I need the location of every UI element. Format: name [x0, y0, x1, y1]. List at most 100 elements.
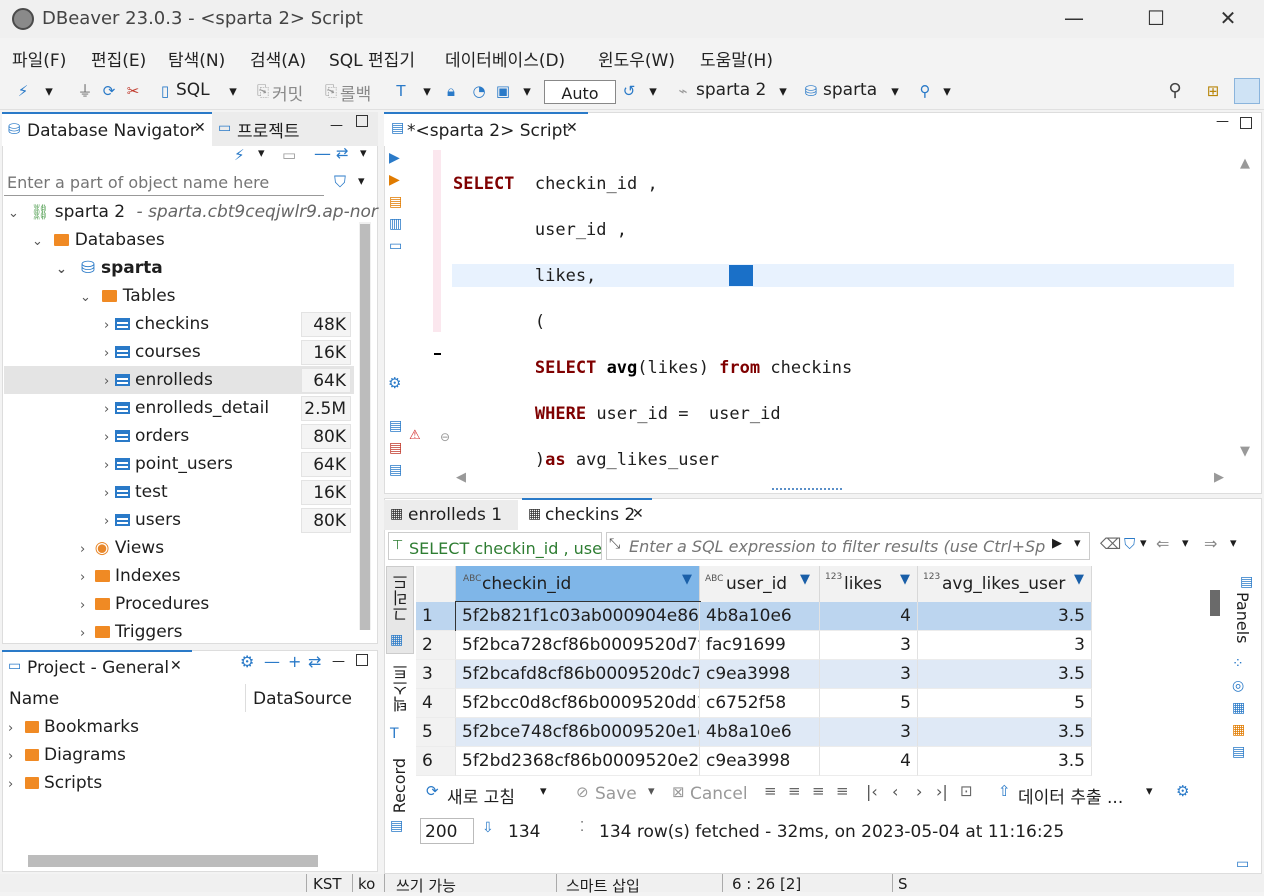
refresh-button[interactable]: 새로 고침 — [447, 783, 515, 808]
monitor-icon[interactable]: ▣ — [494, 82, 512, 100]
grid-cell-user-id[interactable]: 4b8a10e6 — [700, 602, 820, 631]
close-window-button[interactable]: ✕ — [1208, 6, 1248, 32]
save-icon[interactable]: ⊘ — [576, 783, 589, 801]
scroll-left-icon[interactable]: ◀ — [456, 470, 466, 485]
menu-edit[interactable]: 편집(E) — [91, 46, 146, 71]
scroll-down-icon[interactable]: ▼ — [1240, 444, 1250, 459]
side-tab-record-label[interactable]: Record — [390, 758, 409, 813]
dashboard-icon[interactable]: ◔ — [470, 82, 488, 100]
menu-navigate[interactable]: 탐색(N) — [168, 46, 225, 71]
chevron-right-icon[interactable]: › — [80, 598, 85, 613]
add-row-icon[interactable]: ≡ — [788, 782, 801, 800]
calc-panel-icon[interactable]: ▦ — [1232, 722, 1245, 738]
eraser-icon[interactable]: ⌫ — [1100, 535, 1121, 553]
row-count-icon[interactable]: ⇩ — [482, 820, 494, 836]
filter-dropdown-icon[interactable]: ▾ — [358, 174, 365, 189]
reconnect-icon[interactable]: ⟳ — [100, 82, 118, 100]
side-tab-text-label[interactable]: 텍스트 — [390, 664, 414, 712]
menu-search[interactable]: 검색(A) — [250, 46, 306, 71]
active-schema-selector[interactable]: sparta — [823, 80, 877, 100]
grid-cell-checkin-id[interactable]: 5f2b821f1c03ab000904e862 — [455, 601, 701, 632]
grid-cell-checkin-id[interactable]: 5f2bcc0d8cf86b0009520dd1 — [456, 689, 700, 718]
tree-databases[interactable]: ⌄ Databases — [32, 230, 165, 258]
disconnect-icon[interactable]: ✂ — [124, 82, 142, 100]
project-item-scripts[interactable]: › Scripts — [8, 773, 102, 801]
grid-cell-checkin-id[interactable]: 5f2bce748cf86b0009520e1d — [456, 718, 700, 747]
first-page-icon[interactable]: |‹ — [866, 782, 878, 801]
column-datasource-header[interactable]: DataSource — [253, 689, 352, 709]
chevron-right-icon[interactable]: › — [104, 458, 109, 473]
sash-handle[interactable] — [772, 488, 842, 494]
sql-dropdown-icon[interactable]: ▾ — [224, 82, 242, 100]
toggle-panels-icon[interactable]: ▭ — [1236, 856, 1249, 872]
sort-icon[interactable]: ▼ — [900, 572, 910, 587]
menu-window[interactable]: 윈도우(W) — [598, 46, 675, 71]
close-tab-icon[interactable]: ✕ — [566, 120, 578, 136]
row-number[interactable]: 2 — [416, 631, 456, 660]
dbeaver-perspective-icon[interactable] — [1234, 78, 1260, 104]
navigator-filter-input[interactable] — [4, 170, 324, 194]
filter-icon[interactable]: ⛉ — [334, 172, 346, 192]
back-dropdown-icon[interactable]: ▾ — [1182, 536, 1189, 551]
panels-icon[interactable]: ▤ — [1240, 574, 1253, 590]
auto-commit-mode[interactable]: Auto — [544, 80, 616, 104]
references-panel-icon[interactable]: ▤ — [1232, 744, 1245, 760]
history-dropdown-icon[interactable]: ▾ — [644, 82, 662, 100]
chevron-right-icon[interactable]: › — [104, 374, 109, 389]
grid-cell-avg[interactable]: 3 — [918, 631, 1092, 660]
results-filter-box[interactable] — [606, 532, 1090, 560]
export-dropdown-icon[interactable]: ▾ — [1146, 784, 1153, 799]
results-filter-input[interactable] — [629, 533, 1069, 559]
new-connection-icon[interactable]: ⚡ — [14, 82, 32, 100]
sql-button[interactable]: SQL — [176, 80, 210, 100]
connect-icon[interactable]: ⏚ — [76, 82, 94, 100]
chevron-right-icon[interactable]: › — [8, 749, 13, 764]
tree-views[interactable]: › ◉ Views — [80, 538, 164, 566]
close-tab-icon[interactable]: ✕ — [632, 506, 644, 522]
history-icon[interactable]: ↺ — [620, 82, 638, 100]
forward-icon[interactable]: ⇒ — [1204, 534, 1217, 553]
refresh-dropdown-icon[interactable]: ▾ — [540, 784, 547, 799]
chevron-right-icon[interactable]: › — [104, 346, 109, 361]
tree-table[interactable]: › enrolleds_detail — [104, 398, 269, 426]
grid-cell-avg[interactable]: 3.5 — [918, 602, 1092, 631]
chevron-down-icon[interactable]: ⌄ — [56, 262, 67, 277]
minimize-panel-icon[interactable]: — — [332, 654, 345, 669]
grid-cell-likes[interactable]: 3 — [820, 631, 918, 660]
script-error-icon[interactable]: ▤ — [389, 440, 402, 456]
export-icon[interactable]: ▤ — [389, 418, 402, 434]
new-dropdown-icon[interactable]: ▾ — [258, 146, 265, 161]
connection-dropdown-icon[interactable]: ▾ — [774, 82, 792, 100]
sort-icon[interactable]: ▼ — [1074, 572, 1084, 587]
menu-sql-editor[interactable]: SQL 편집기 — [329, 46, 415, 71]
filter-dropdown-icon[interactable]: ▾ — [1074, 536, 1081, 551]
rollback-button[interactable]: 롤백 — [340, 80, 371, 105]
menu-help[interactable]: 도움말(H) — [700, 46, 773, 71]
value-panel-icon[interactable]: ◎ — [1232, 678, 1244, 694]
minimize-editor-icon[interactable]: — — [1216, 114, 1229, 129]
edit-row-icon[interactable]: ≡ — [764, 782, 777, 800]
grid-cell-user-id[interactable]: c6752f58 — [700, 689, 820, 718]
grid-cell-avg[interactable]: 3.5 — [918, 660, 1092, 689]
panels-label[interactable]: Panels — [1233, 592, 1252, 644]
chevron-right-icon[interactable]: › — [80, 542, 85, 557]
grid-cell-avg[interactable]: 3.5 — [918, 718, 1092, 747]
grid-cell-avg[interactable]: 3.5 — [918, 747, 1092, 776]
transaction-dropdown-icon[interactable]: ▾ — [418, 82, 436, 100]
chevron-down-icon[interactable]: ⌄ — [80, 290, 91, 305]
grid-cell-likes[interactable]: 5 — [820, 689, 918, 718]
delete-row-icon[interactable]: ≡ — [836, 782, 849, 800]
prev-page-icon[interactable]: ‹ — [892, 782, 898, 801]
maximize-editor-icon[interactable] — [1240, 117, 1252, 129]
tree-procedures[interactable]: › Procedures — [80, 594, 209, 622]
grouping-panel-icon[interactable]: ▦ — [1232, 700, 1245, 716]
dropdown-icon[interactable]: ▾ — [40, 82, 58, 100]
grid-cell-likes[interactable]: 4 — [820, 747, 918, 776]
transaction-mode-icon[interactable]: T — [392, 82, 410, 100]
filter-history-icon[interactable]: ▶ — [1052, 536, 1062, 551]
chevron-right-icon[interactable]: › — [80, 570, 85, 585]
back-icon[interactable]: ⇐ — [1156, 534, 1169, 553]
minimize-panel-icon[interactable]: — — [330, 118, 343, 133]
navigator-scrollbar-thumb[interactable] — [360, 224, 370, 630]
results-settings-icon[interactable]: ⚙ — [1176, 782, 1189, 800]
